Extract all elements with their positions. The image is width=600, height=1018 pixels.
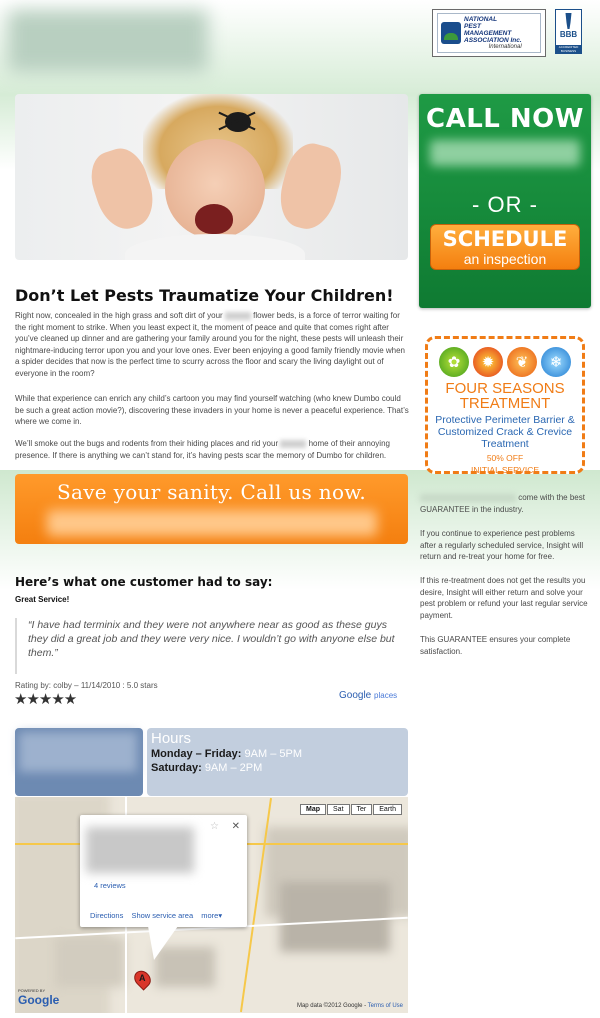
address-blurred xyxy=(19,732,137,772)
coupon-description: Protective Perimeter Barrier & Customize… xyxy=(435,414,575,450)
saturday-time: 9AM – 2PM xyxy=(204,762,263,774)
bbb-torch-icon xyxy=(565,13,572,29)
banner-title: Save your sanity. Call us now. xyxy=(56,480,367,504)
directions-link[interactable]: Directions xyxy=(90,911,123,920)
google-logo[interactable]: POWERED BY Google xyxy=(18,988,59,1007)
info-window-tail xyxy=(148,926,178,960)
call-now-title: CALL NOW xyxy=(426,104,584,134)
rating-line: Rating by: colby – 11/14/2010 : 5.0 star… xyxy=(15,681,158,690)
npma-line3: MANAGEMENT xyxy=(464,29,512,37)
intro-paragraph: Right now, concealed in the high grass a… xyxy=(15,310,410,379)
spider-icon xyxy=(225,112,251,132)
spring-icon: ✿ xyxy=(439,347,469,377)
winter-icon: ❄ xyxy=(541,347,571,377)
company-logo-blurred[interactable] xyxy=(8,10,208,72)
four-seasons-coupon[interactable]: ✿ ✹ ❦ ❄ FOUR SEASONS TREATMENT Protectiv… xyxy=(425,336,585,475)
weekday-time: 9AM – 5PM xyxy=(244,748,302,760)
google-logo-text: Google xyxy=(18,993,60,1007)
summer-icon: ✹ xyxy=(473,347,503,377)
map-type-map[interactable]: Map xyxy=(300,804,327,815)
testimonial-heading: Here’s what one customer had to say: xyxy=(15,575,273,589)
npma-line1: NATIONAL xyxy=(464,15,498,23)
guarantee-satisfaction: This GUARANTEE ensures your complete sat… xyxy=(420,635,571,656)
map-type-ter[interactable]: Ter xyxy=(350,804,373,815)
p1-part-b: flower beds, is a force of terror waitin… xyxy=(15,311,406,378)
banner-phone-blurred xyxy=(46,510,377,536)
google-places-link[interactable]: Google places xyxy=(339,690,397,701)
weekday-label: Monday – Friday: xyxy=(151,748,242,760)
testimonial-quote: “I have had terminix and they were not a… xyxy=(15,618,408,674)
bbb-badge[interactable]: BBB ACCREDITED BUSINESS xyxy=(555,9,582,54)
schedule-sub-label: an inspection xyxy=(463,251,547,267)
npma-line2: PEST xyxy=(464,22,481,30)
p3-part-a: We’ll smoke out the bugs and rodents fro… xyxy=(15,439,279,448)
map-info-window: ☆ ✕ 4 reviews Directions Show service ar… xyxy=(80,815,247,927)
places-label: places xyxy=(374,691,398,700)
npma-badge[interactable]: NATIONAL PEST MANAGEMENT ASSOCIATION Inc… xyxy=(432,9,546,57)
testimonial-subject: Great Service! xyxy=(15,595,70,604)
coupon-discount: 50% OFF xyxy=(486,453,524,463)
phone-number-blurred[interactable] xyxy=(430,140,580,166)
bbb-label: BBB xyxy=(559,30,578,39)
guarantee-intro: come with the best GUARANTEE in the indu… xyxy=(420,492,592,515)
dumbo-paragraph: While that experience can enrich any chi… xyxy=(15,394,409,426)
bbb-foot: ACCREDITED BUSINESS xyxy=(556,45,581,53)
hours-box: Hours Monday – Friday: 9AM – 5PM Saturda… xyxy=(147,728,408,796)
city-blurred xyxy=(224,311,251,320)
or-divider: - OR - xyxy=(472,192,538,217)
map-type-sat[interactable]: Sat xyxy=(327,804,350,815)
star-icon[interactable]: ☆ xyxy=(210,821,219,832)
fall-icon: ❦ xyxy=(507,347,537,377)
close-icon[interactable]: ✕ xyxy=(232,821,240,832)
more-link[interactable]: more▾ xyxy=(201,911,222,920)
map-marker-label: A xyxy=(139,973,146,983)
hours-title: Hours xyxy=(151,730,192,747)
p1-part-a: Right now, concealed in the high grass a… xyxy=(15,311,223,320)
reviews-link[interactable]: 4 reviews xyxy=(94,881,126,890)
google-map[interactable]: Map Sat Ter Earth ☆ ✕ 4 reviews Directio… xyxy=(15,797,408,1013)
call-now-panel: CALL NOW - OR - SCHEDULE an inspection xyxy=(419,94,591,308)
show-service-area-link[interactable]: Show service area xyxy=(131,911,193,920)
page-headline: Don’t Let Pests Traumatize Your Children… xyxy=(15,286,394,305)
npma-logo-icon xyxy=(441,22,461,44)
location-box xyxy=(15,728,143,796)
google-label: Google xyxy=(339,690,372,701)
npma-line4: ASSOCIATION Inc. xyxy=(464,36,522,44)
rating-stars: ★★★★★ xyxy=(14,691,77,708)
coupon-initial-service: INITIAL SERVICE xyxy=(470,465,540,475)
schedule-label: SCHEDULE xyxy=(442,227,568,251)
map-data-label: Map data ©2012 Google - xyxy=(296,1003,367,1009)
npma-line5: International xyxy=(488,43,522,50)
saturday-label: Saturday: xyxy=(151,762,202,774)
guarantee-retreat: If you continue to experience pest probl… xyxy=(420,529,584,561)
coupon-title-line2: TREATMENT xyxy=(459,395,551,412)
map-attribution: Map data ©2012 Google - Terms of Use xyxy=(297,1003,403,1009)
company-name-blurred xyxy=(420,493,516,502)
city-blurred-2 xyxy=(280,439,307,448)
business-info-blurred xyxy=(86,827,194,873)
hero-image xyxy=(15,94,408,260)
smoke-out-paragraph: We’ll smoke out the bugs and rodents fro… xyxy=(15,438,410,461)
map-type-earth[interactable]: Earth xyxy=(373,804,402,815)
schedule-inspection-button[interactable]: SCHEDULE an inspection xyxy=(430,224,580,270)
terms-of-use-link[interactable]: Terms of Use xyxy=(368,1003,403,1009)
guarantee-refund: If this re-treatment does not get the re… xyxy=(420,576,588,620)
save-sanity-banner[interactable]: Save your sanity. Call us now. xyxy=(15,474,408,544)
map-type-control: Map Sat Ter Earth xyxy=(299,804,402,815)
